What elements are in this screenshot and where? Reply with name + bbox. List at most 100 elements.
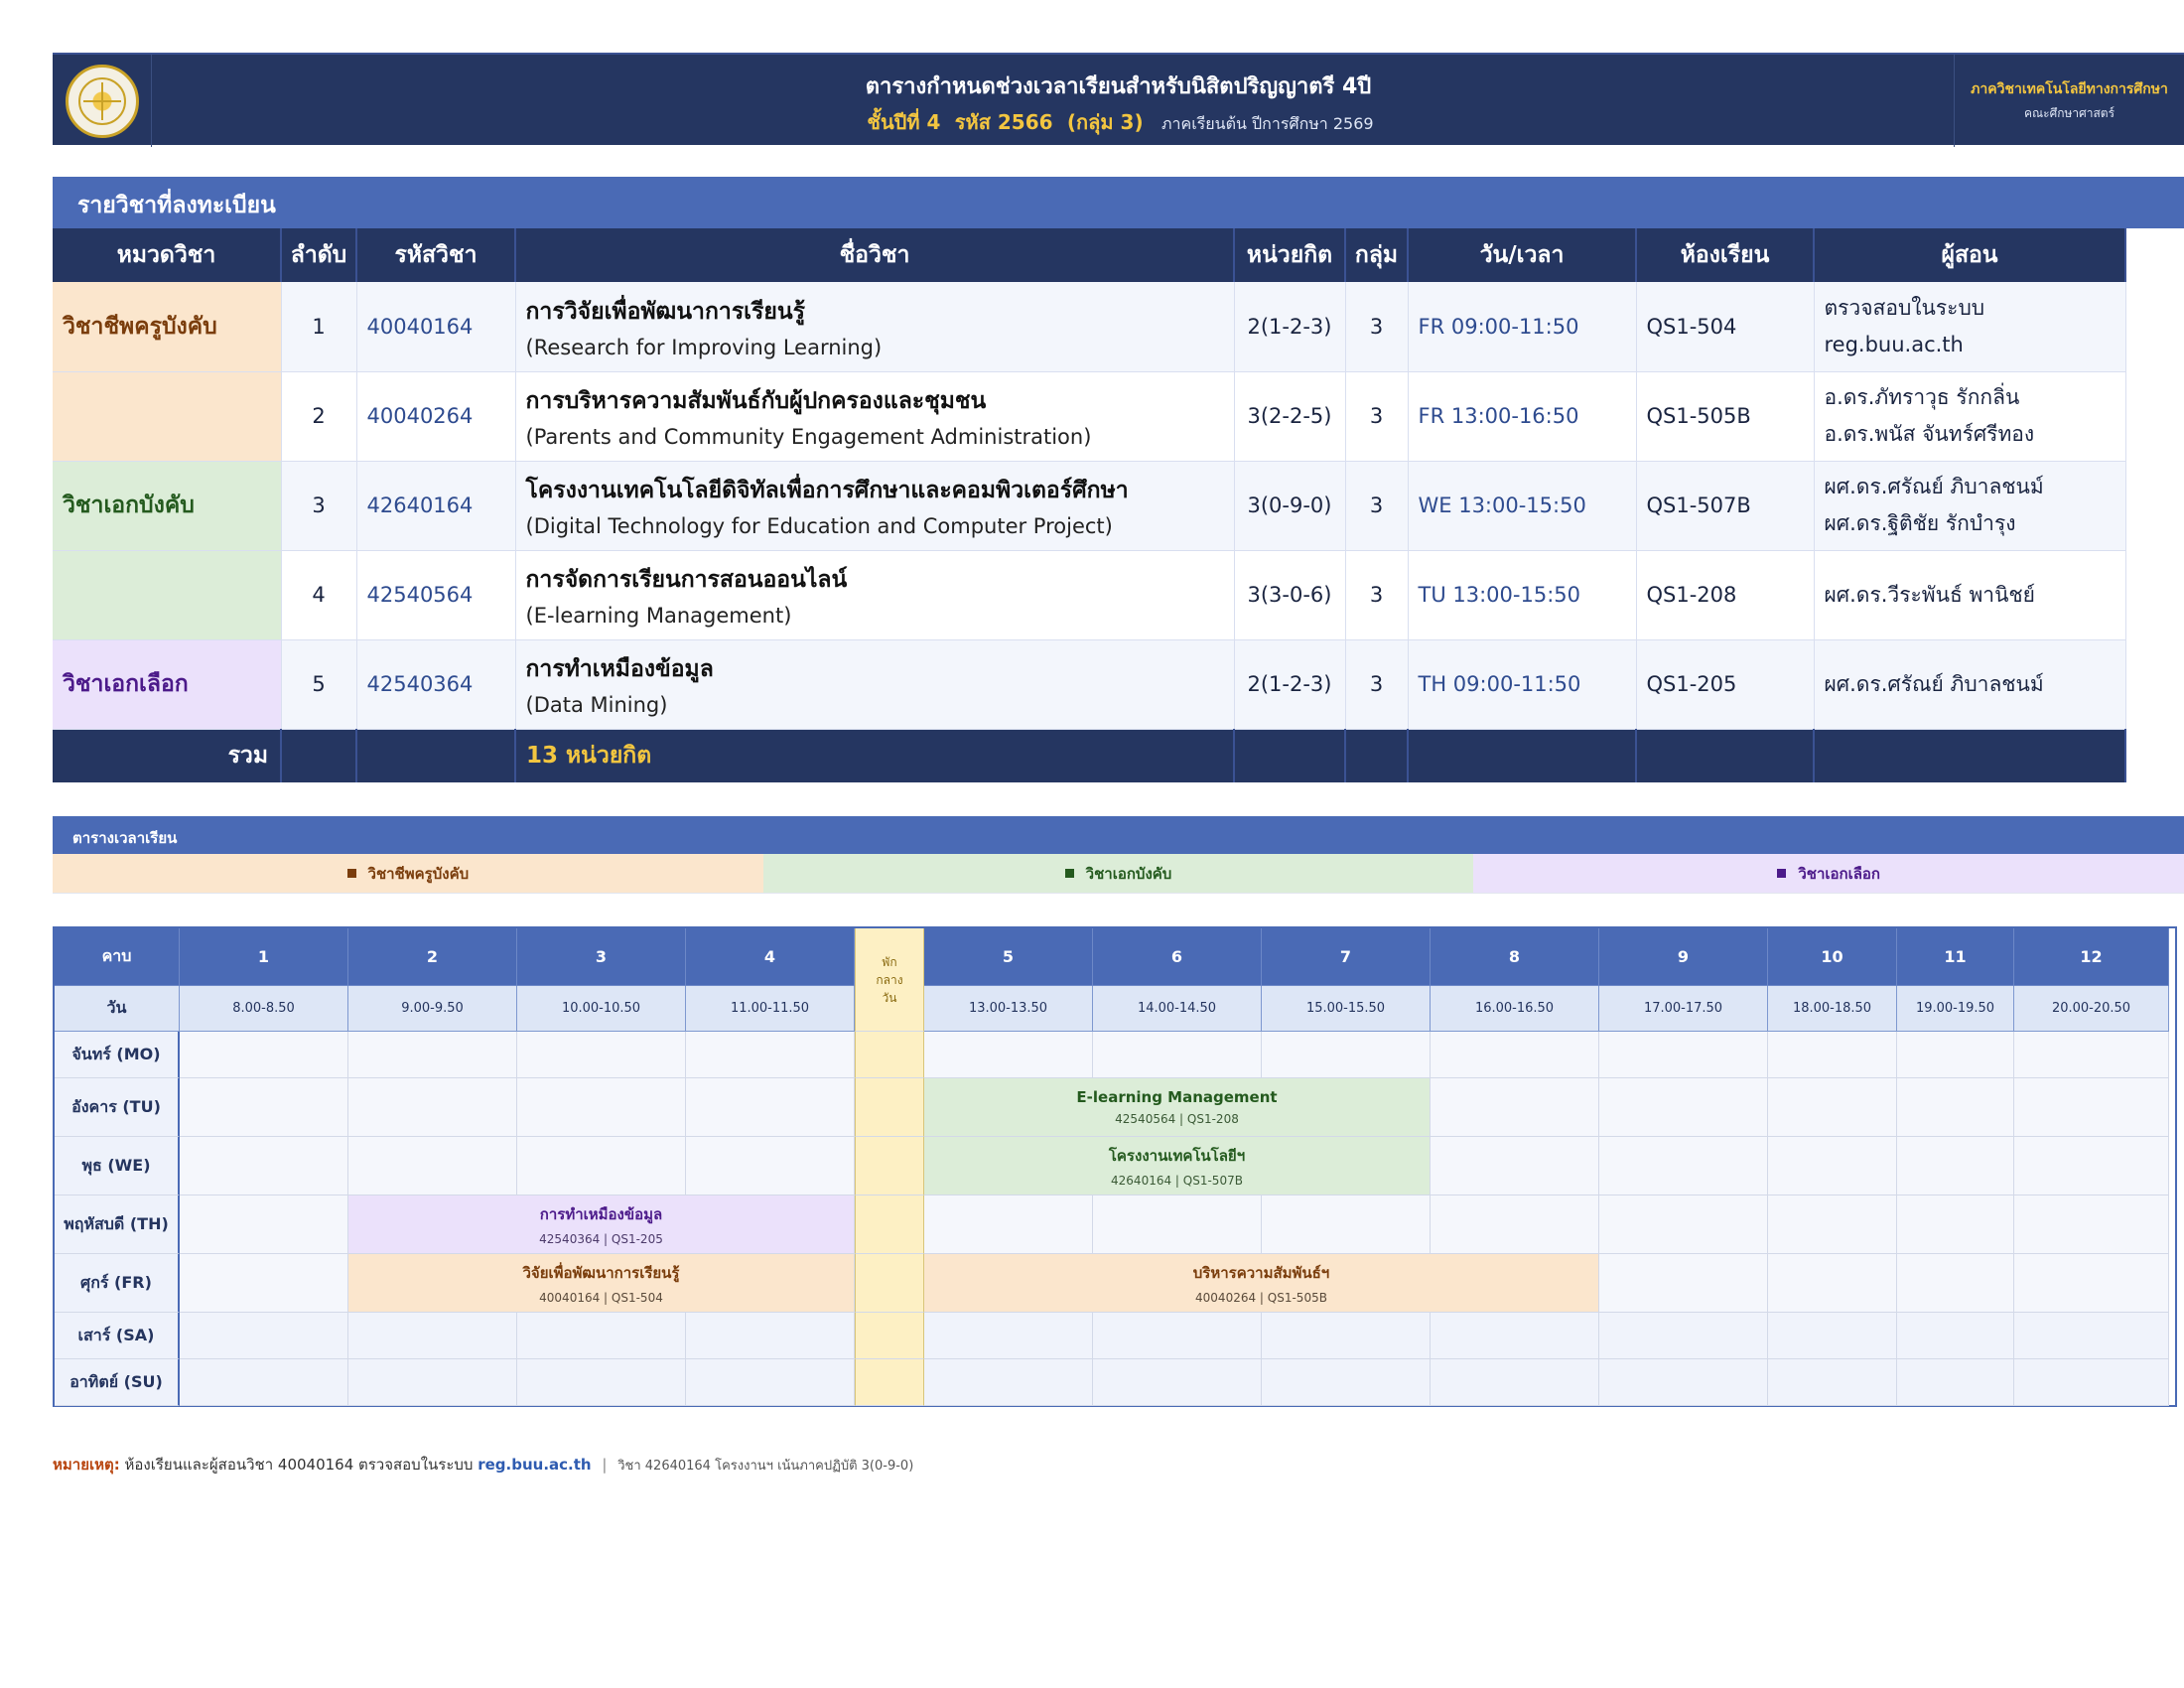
empty-slot <box>686 1137 855 1196</box>
credits-cell: 2(1-2-3) <box>1234 282 1346 372</box>
lunch-break-header: พัก กลาง วัน <box>855 928 924 1032</box>
period-header: 5 <box>924 928 1093 986</box>
time-slot: 11.00-11.50 <box>686 986 855 1032</box>
time-slot: 9.00-9.50 <box>348 986 517 1032</box>
empty-slot <box>2014 1137 2169 1196</box>
course-name-en: (E-learning Management) <box>525 604 792 628</box>
empty-slot <box>180 1137 348 1196</box>
room-cell: QS1-504 <box>1636 282 1815 372</box>
empty-slot <box>2014 1313 2169 1359</box>
class-block-elearning[interactable]: E-learning Management 42540564 | QS1-208 <box>924 1078 1431 1137</box>
room-cell: QS1-507B <box>1636 461 1815 551</box>
day-label-su: อาทิตย์ (SU) <box>55 1359 180 1406</box>
col-header-name: ชื่อวิชา <box>515 228 1235 282</box>
lunch-break-cell <box>855 1196 924 1254</box>
empty-slot <box>348 1313 517 1359</box>
lunch-break-label: พัก กลาง วัน <box>876 954 903 1005</box>
period-header: 9 <box>1599 928 1768 986</box>
empty-slot <box>348 1137 517 1196</box>
day-label-mo: จันทร์ (MO) <box>55 1032 180 1078</box>
empty-slot <box>1768 1254 1897 1313</box>
course-name-en: (Parents and Community Engagement Admini… <box>525 425 1092 449</box>
time-cell: WE 13:00-15:50 <box>1408 461 1637 551</box>
total-credits: 13 หน่วยกิต <box>515 729 1235 782</box>
col-header-code: รหัสวิชา <box>356 228 516 282</box>
empty-slot <box>348 1032 517 1078</box>
col-header-time: วัน/เวลา <box>1408 228 1637 282</box>
empty-slot <box>1262 1032 1431 1078</box>
empty-slot <box>1262 1313 1431 1359</box>
instructor-name: อ.ดร.พนัส จันทร์ศรีทอง <box>1824 422 2035 446</box>
empty-slot <box>517 1137 686 1196</box>
time-slot: 8.00-8.50 <box>180 986 348 1032</box>
timetable-grid: คาบ 1 2 3 4 พัก กลาง วัน 5 6 7 8 9 10 11… <box>53 926 2177 1407</box>
no-cell: 5 <box>281 639 357 730</box>
group-cell: 3 <box>1345 282 1409 372</box>
class-name: E-learning Management <box>1076 1088 1278 1106</box>
courses-header-row: หมวดวิชา ลำดับ รหัสวิชา ชื่อวิชา หน่วยกิ… <box>53 228 2126 282</box>
empty-slot <box>686 1032 855 1078</box>
empty-slot <box>1897 1313 2014 1359</box>
empty-slot <box>1768 1078 1897 1137</box>
class-name: การทำเหมืองข้อมูล <box>539 1205 663 1223</box>
footnote: หมายเหตุ: ห้องเรียนและผู้สอนวิชา 4004016… <box>53 1453 913 1477</box>
total-row: รวม 13 หน่วยกิต <box>53 729 2126 782</box>
empty-slot <box>1093 1032 1262 1078</box>
period-header: 3 <box>517 928 686 986</box>
period-header: 10 <box>1768 928 1897 986</box>
class-block-research[interactable]: วิจัยเพื่อพัฒนาการเรียนรู้ 40040164 | QS… <box>348 1254 855 1313</box>
term: ภาคเรียนต้น ปีการศึกษา 2569 <box>1160 114 1374 133</box>
col-header-room: ห้องเรียน <box>1636 228 1815 282</box>
instructor-name: ผศ.ดร.ศรัณย์ ภิบาลชนม์ <box>1824 671 2044 696</box>
period-header: 6 <box>1093 928 1262 986</box>
empty-slot <box>1768 1359 1897 1406</box>
year-level: ชั้นปีที่ 4 <box>867 110 941 134</box>
time-cell: FR 13:00-16:50 <box>1408 371 1637 462</box>
class-block-data-mining[interactable]: การทำเหมืองข้อมูล 42540364 | QS1-205 <box>348 1196 855 1254</box>
name-cell: การทำเหมืองข้อมูล (Data Mining) <box>515 639 1235 730</box>
empty-slot <box>1768 1137 1897 1196</box>
department-name: ภาควิชาเทคโนโลยีทางการศึกษา <box>1971 81 2168 97</box>
empty-slot <box>517 1313 686 1359</box>
empty-slot <box>348 1359 517 1406</box>
empty-slot <box>517 1078 686 1137</box>
time-cell: FR 09:00-11:50 <box>1408 282 1637 372</box>
empty-slot <box>2014 1359 2169 1406</box>
legend: วิชาชีพครูบังคับ วิชาเอกบังคับ วิชาเอกเล… <box>53 854 2184 894</box>
time-cell: TH 09:00-11:50 <box>1408 639 1637 730</box>
empty-slot <box>1431 1359 1599 1406</box>
class-meta: 42540364 | QS1-205 <box>539 1232 663 1246</box>
empty-slot <box>1093 1359 1262 1406</box>
class-block-community[interactable]: บริหารความสัมพันธ์ฯ 40040264 | QS1-505B <box>924 1254 1599 1313</box>
period-header-label: คาบ <box>55 928 180 986</box>
day-label-we: พุธ (WE) <box>55 1137 180 1196</box>
instructor-cell: ตรวจสอบในระบบ reg.buu.ac.th <box>1814 282 2126 372</box>
category-cell <box>53 550 282 640</box>
class-block-project[interactable]: โครงงานเทคโนโลยีฯ 42640164 | QS1-507B <box>924 1137 1431 1196</box>
group-cell: 3 <box>1345 639 1409 730</box>
time-slot: 20.00-20.50 <box>2014 986 2169 1032</box>
category-cell: วิชาชีพครูบังคับ <box>53 282 282 372</box>
empty-cell <box>1636 729 1815 782</box>
day-header-label: วัน <box>55 986 180 1032</box>
lunch-break-cell <box>855 1032 924 1078</box>
credits-cell: 3(0-9-0) <box>1234 461 1346 551</box>
class-meta: 40040264 | QS1-505B <box>1195 1291 1327 1305</box>
cohort: รหัส 2566 <box>954 110 1053 134</box>
day-label-sa: เสาร์ (SA) <box>55 1313 180 1359</box>
empty-slot <box>180 1078 348 1137</box>
reg-link[interactable]: reg.buu.ac.th <box>478 1456 591 1474</box>
empty-slot <box>924 1359 1093 1406</box>
table-row: วิชาชีพครูบังคับ 1 40040164 การวิจัยเพื่… <box>53 282 2126 372</box>
empty-slot <box>1431 1032 1599 1078</box>
lunch-break-cell <box>855 1137 924 1196</box>
legend-label: วิชาชีพครูบังคับ <box>367 864 470 883</box>
empty-slot <box>2014 1254 2169 1313</box>
legend-item-major-required: วิชาเอกบังคับ <box>762 854 1474 893</box>
empty-slot <box>924 1313 1093 1359</box>
time-slot: 18.00-18.50 <box>1768 986 1897 1032</box>
period-header: 11 <box>1897 928 2014 986</box>
no-cell: 3 <box>281 461 357 551</box>
table-row: 2 40040264 การบริหารความสัมพันธ์กับผู้ปก… <box>53 371 2126 462</box>
legend-item-professional: วิชาชีพครูบังคับ <box>53 854 763 893</box>
